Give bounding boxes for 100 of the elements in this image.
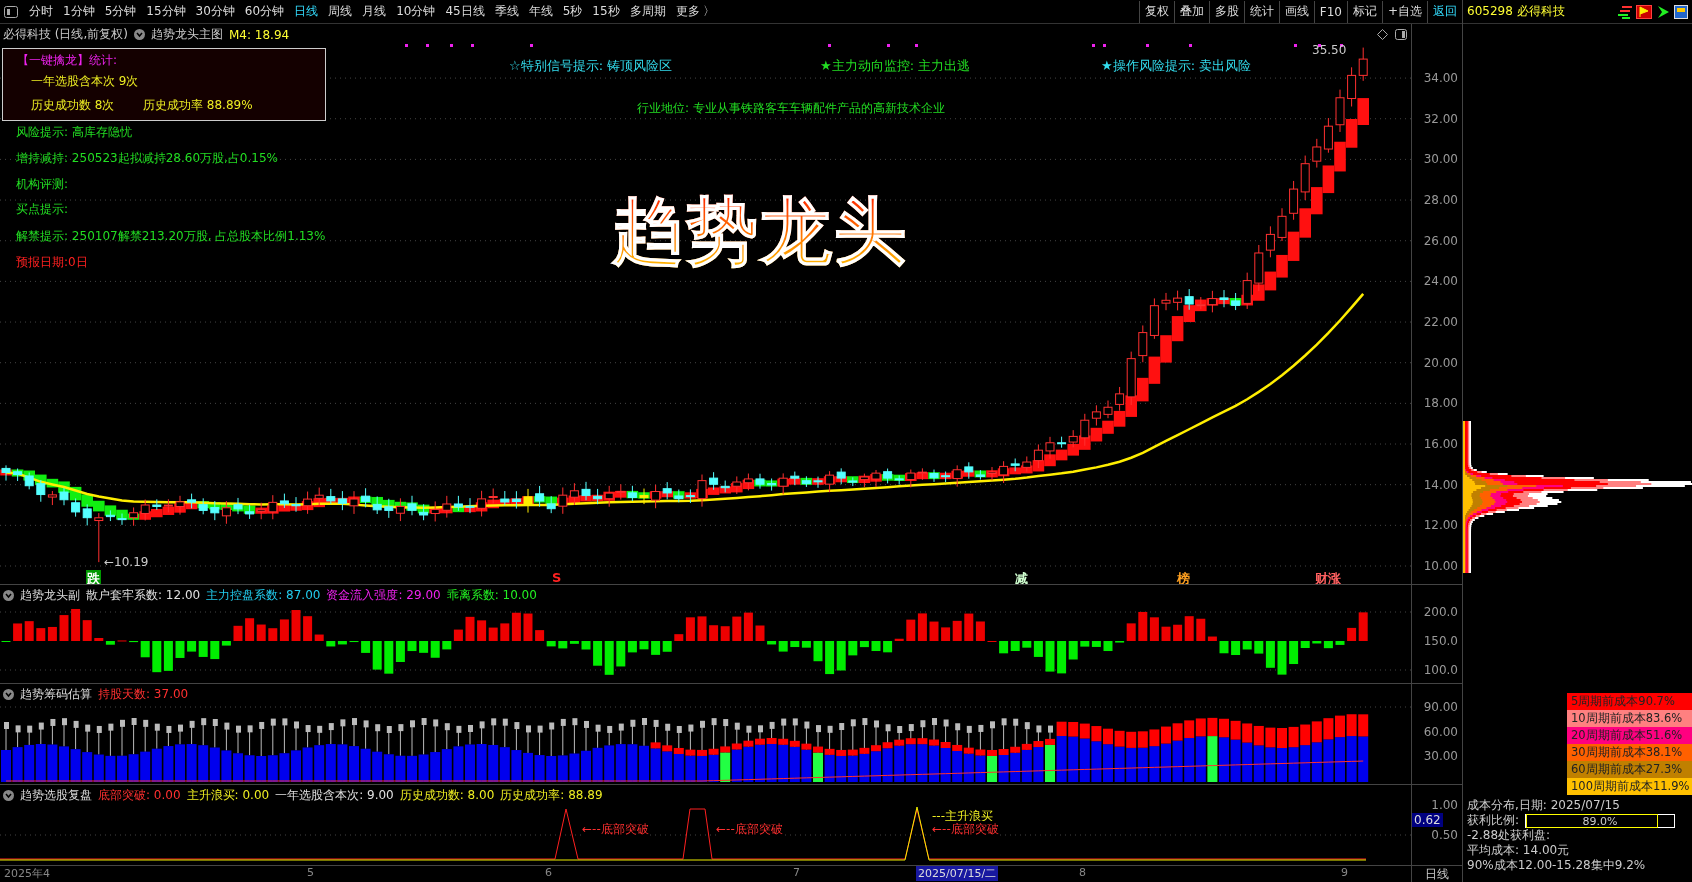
event-marker: 财涨	[1314, 570, 1342, 585]
axis-label: 18.00	[1423, 396, 1458, 411]
high-price-label: 35.50	[1312, 43, 1347, 57]
profit-ratio-value: 89.0%	[1581, 813, 1619, 829]
current-value-label: 0.62	[1412, 813, 1443, 828]
indicator-value: 历史成功数: 8.00	[399, 787, 495, 805]
period-tab[interactable]: 分时	[24, 3, 58, 20]
axis-label: 34.00	[1423, 71, 1458, 86]
indicator-value: 主力控盘系数: 87.00	[206, 587, 321, 605]
axis-label: 30.00	[1423, 749, 1458, 764]
axis-label: 100.0	[1423, 663, 1458, 678]
cost-legend-item: 60周期前成本27.3%	[1567, 761, 1692, 778]
toolbar-button[interactable]: 统计	[1243, 0, 1279, 23]
period-tab[interactable]: 更多 〉	[670, 3, 721, 20]
period-tab[interactable]: 30分钟	[190, 3, 240, 20]
note-text: 预报日期:0日	[16, 254, 88, 271]
signal-text: ☆特别信号提示: 铸顶风险区	[509, 57, 673, 75]
toolbar-button[interactable]: 返回	[1427, 0, 1462, 23]
cost-legend-item: 100周期前成本11.9%	[1567, 778, 1692, 795]
date-label: 8	[1079, 866, 1086, 879]
period-tab[interactable]: 45日线	[440, 3, 490, 20]
indicator-value: 散户套牢系数: 12.00	[86, 587, 201, 605]
cost-legend-item: 10周期前成本83.6%	[1567, 710, 1692, 727]
axis-label: 60.00	[1423, 725, 1458, 740]
note-text: 买点提示:	[16, 201, 69, 218]
stats-text: 历史成功数 8次	[31, 97, 115, 114]
period-tab[interactable]: 年线	[523, 3, 558, 20]
note-text: 解禁提示: 250107解禁213.20万股, 占总股本比例1.13%	[16, 228, 326, 245]
period-tab[interactable]: 15分钟	[141, 3, 191, 20]
axis-label: 150.0	[1423, 634, 1458, 649]
panel-title: 趋势选股复盘	[20, 787, 92, 805]
profit-label: 获利比例:	[1467, 813, 1520, 828]
toolbar-button[interactable]: 标记	[1346, 0, 1382, 23]
period-tab[interactable]: 日线	[289, 3, 324, 20]
date-label: 9	[1341, 866, 1348, 879]
panel-title: 趋势龙头副	[20, 587, 80, 605]
indicator-value: 历史成功率: 88.89	[500, 787, 603, 805]
toolbar-button[interactable]: F10	[1313, 0, 1347, 23]
profit-line-text: -2.88处获利盘:	[1467, 828, 1552, 843]
cost-range: 90%成本12.00-15.28集中9.2%	[1467, 858, 1647, 873]
toolbar-button[interactable]: 多股	[1208, 0, 1244, 23]
stats-text: 历史成功率 88.89%	[143, 97, 253, 114]
toolbar-button[interactable]: +自选	[1381, 0, 1427, 23]
period-tab[interactable]: 5秒	[557, 3, 588, 20]
arrow-icon[interactable]	[1656, 4, 1670, 19]
toolbar-button[interactable]: 叠加	[1173, 0, 1209, 23]
period-tab[interactable]: 15秒	[587, 3, 625, 20]
collapse-icon[interactable]	[3, 790, 14, 802]
period-tab[interactable]: 季线	[489, 3, 524, 20]
axis-label: 24.00	[1423, 274, 1458, 289]
indicator-value: 主升浪买: 0.00	[186, 787, 270, 805]
period-tab[interactable]: 多周期	[624, 3, 671, 20]
note-text: 风险提示: 高库存隐忧	[16, 124, 132, 141]
cost-legend-item: 20周期前成本51.6%	[1567, 727, 1692, 744]
stats-title: 【一键擒龙】统计:	[17, 52, 118, 69]
industry-text: 行业地位: 专业从事铁路客车车辆配件产品的高新技术企业	[637, 100, 945, 117]
sidebar-toggle-icon[interactable]	[4, 5, 18, 18]
period-tab[interactable]: 月线	[357, 3, 392, 20]
axis-label: 32.00	[1423, 111, 1458, 126]
axis-label: 90.00	[1423, 700, 1458, 715]
date-label: 7	[793, 866, 800, 879]
window-icon[interactable]	[1674, 4, 1688, 19]
axis-label: 22.00	[1423, 315, 1458, 330]
event-marker: S	[551, 570, 563, 585]
axis-label: 0.50	[1431, 828, 1458, 843]
collapse-icon[interactable]	[3, 689, 14, 701]
panel-title: 趋势筹码估算	[20, 686, 92, 704]
date-label: 5	[307, 866, 314, 879]
period-tab[interactable]: 1分钟	[58, 3, 100, 20]
window-toggle-icon[interactable]	[1395, 29, 1407, 40]
signal-annotation: ←--底部突破	[716, 821, 783, 839]
period-tab[interactable]: 5分钟	[99, 3, 142, 20]
toolbar-button[interactable]: 画线	[1278, 0, 1314, 23]
note-text: 机构评测:	[16, 176, 69, 193]
cost-legend-item: 5周期前成本90.7%	[1567, 693, 1692, 710]
stats-text: 一年选股含本次 9次	[31, 73, 139, 90]
event-marker: 减	[1014, 570, 1029, 585]
axis-label: 1.00	[1431, 798, 1458, 813]
indicator-value: 持股天数: 37.00	[98, 686, 189, 704]
period-tab[interactable]: 10分钟	[391, 3, 441, 20]
collapse-icon[interactable]	[3, 590, 14, 602]
period-label: 日线	[1411, 866, 1462, 882]
average-cost: 平均成本: 14.00元	[1467, 843, 1571, 858]
axis-label: 16.00	[1423, 437, 1458, 451]
period-tab[interactable]: 60分钟	[239, 3, 290, 20]
event-marker: 跌	[86, 570, 101, 585]
stock-code-name: 605298 必得科技	[1467, 3, 1565, 20]
low-price-label: ←10.19	[104, 555, 149, 569]
signal-text: ★操作风险提示: 卖出风险	[1101, 57, 1252, 75]
axis-label: 26.00	[1423, 233, 1458, 248]
axis-label: 200.0	[1423, 605, 1458, 620]
bars-icon[interactable]	[1616, 4, 1632, 19]
toolbar-button[interactable]: 复权	[1138, 0, 1174, 23]
indicator-value: M4: 18.94	[229, 27, 290, 42]
diamond-icon[interactable]	[1377, 29, 1388, 40]
flag-icon[interactable]	[1636, 4, 1652, 19]
collapse-icon[interactable]	[134, 29, 145, 40]
period-tab[interactable]: 周线	[323, 3, 358, 20]
indicator-value: 资金流入强度: 29.00	[326, 587, 441, 605]
indicator-value: 乖离系数: 10.00	[446, 587, 537, 605]
